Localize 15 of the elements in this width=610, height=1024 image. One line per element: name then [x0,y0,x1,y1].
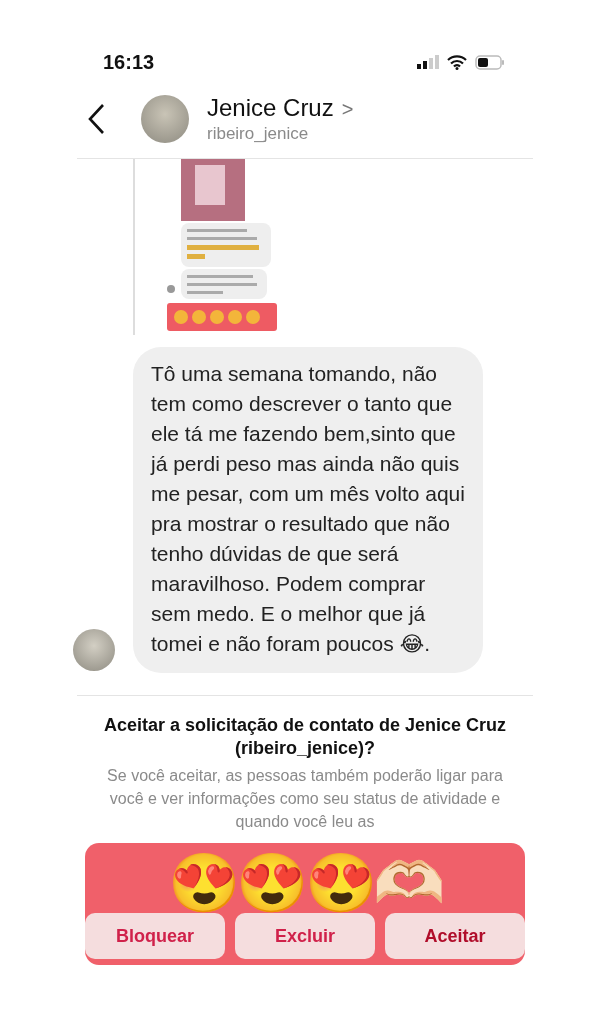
wifi-icon [447,54,467,70]
contact-username: ribeiro_jenice [207,124,310,144]
request-button[interactable]: Aceitar [385,913,525,959]
signal-icon [417,55,439,69]
sender-avatar [73,629,115,671]
chevron-icon: > [341,98,354,121]
contact-name[interactable]: Jenice Cruz [207,94,334,122]
request-button[interactable]: Bloquear [85,913,225,959]
request-button[interactable]: Excluir [235,913,375,959]
message-bubble: Tô uma semana tomando, não tem como descrever o tanto que ele tá me fazendo bem,sinto que já perdi peso mas ainda não quis me pesar, com um mês volto aqui pra mostrar o resultado que não tenho dúvidas de que será maravilhoso. Podem comprar sem medo. E o melhor que já tomei e não foram poucos 😂. [133,347,483,673]
request-description: Se você aceitar, as pessoas também poderão ligar para você e ver informações como seu status de atividade e quando você leu as [106,766,504,832]
status-time: 16:13 [103,50,155,74]
battery-icon [475,54,505,70]
request-title: Aceitar a solicitação de contato de Jenice Cruz (ribeiro_jenice)? [102,714,508,760]
avatar-photo[interactable] [141,95,189,143]
